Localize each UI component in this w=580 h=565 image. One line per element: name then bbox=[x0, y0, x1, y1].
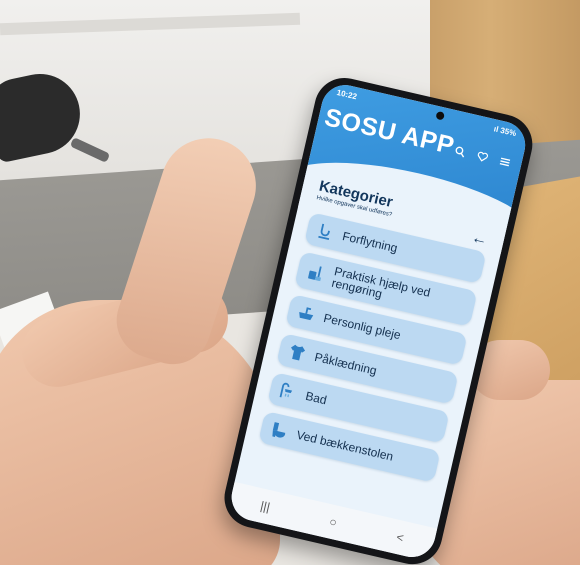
status-right: ıl 35% bbox=[492, 124, 518, 139]
shirt-icon bbox=[285, 341, 309, 365]
category-label: Ved bækkenstolen bbox=[295, 427, 395, 464]
back-nav-icon[interactable]: < bbox=[395, 530, 405, 545]
shower-icon bbox=[276, 380, 300, 404]
category-list: Forflytning Praktisk hjælp ved rengøring… bbox=[256, 212, 487, 490]
category-label: Personlig pleje bbox=[322, 310, 403, 343]
header-actions bbox=[451, 145, 513, 172]
lift-icon bbox=[313, 220, 337, 244]
menu-icon[interactable] bbox=[496, 155, 513, 172]
category-label: Forflytning bbox=[341, 229, 399, 256]
home-icon[interactable]: ○ bbox=[328, 514, 338, 529]
heart-icon[interactable] bbox=[473, 150, 490, 167]
sink-icon bbox=[294, 302, 318, 326]
category-label: Bad bbox=[304, 388, 329, 408]
search-icon[interactable] bbox=[451, 145, 468, 162]
category-label: Påklædning bbox=[313, 349, 379, 378]
toilet-icon bbox=[267, 419, 291, 443]
cleaning-icon bbox=[304, 261, 328, 285]
status-time: 10:22 bbox=[335, 87, 358, 102]
recent-apps-icon[interactable]: ||| bbox=[259, 498, 271, 514]
